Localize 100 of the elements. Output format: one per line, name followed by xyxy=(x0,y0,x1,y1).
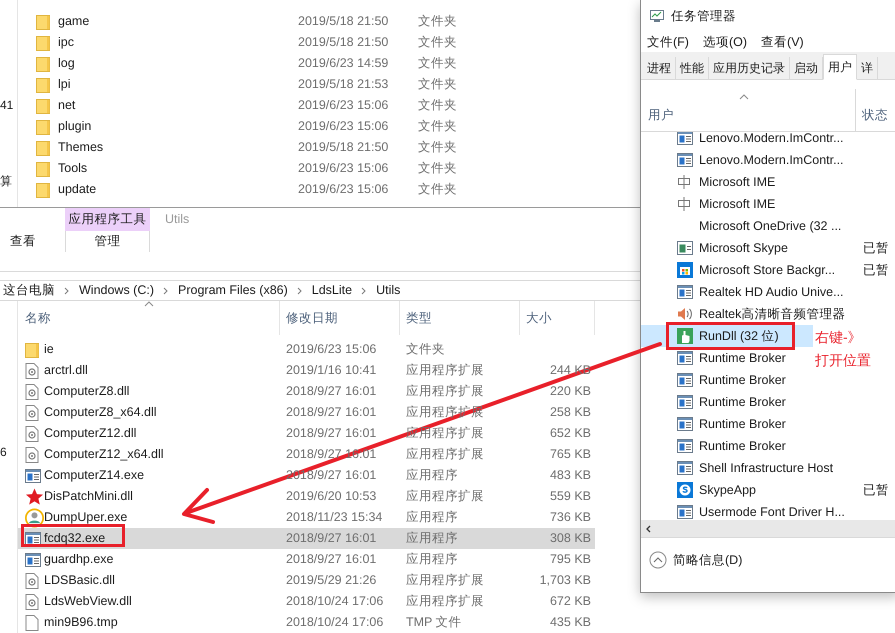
column-header[interactable]: 修改日期 xyxy=(280,301,400,335)
process-name[interactable]: Microsoft Store Backgr... xyxy=(699,260,836,280)
column-header[interactable]: 大小 xyxy=(520,301,595,335)
file-name[interactable]: ComputerZ8.dll xyxy=(44,382,280,401)
process-row[interactable]: Runtime Broker xyxy=(641,391,813,413)
process-name[interactable]: Runtime Broker xyxy=(699,348,786,368)
process-name[interactable]: Realtek HD Audio Unive... xyxy=(699,282,844,302)
file-name[interactable]: arctrl.dll xyxy=(44,361,280,380)
process-name[interactable]: Runtime Broker xyxy=(699,414,786,434)
ribbon-tab[interactable]: 查看 xyxy=(0,230,65,252)
process-name[interactable]: SkypeApp xyxy=(699,480,756,500)
file-size: 258 KB xyxy=(548,404,592,422)
file-name[interactable]: ipc xyxy=(58,33,298,52)
modified-date: 2019/5/18 21:50 xyxy=(298,13,390,30)
file-type: 文件夹 xyxy=(418,139,457,156)
file-name[interactable]: ComputerZ12_x64.dll xyxy=(44,445,280,464)
column-header[interactable]: 用户 xyxy=(641,89,856,131)
process-name[interactable]: Microsoft OneDrive (32 ... xyxy=(699,216,842,236)
column-header[interactable]: 类型 xyxy=(400,301,520,335)
process-name[interactable]: Runtime Broker xyxy=(699,370,786,390)
ribbon-tab[interactable]: 管理 xyxy=(65,230,150,252)
breadcrumb-item[interactable]: Utils xyxy=(373,281,404,300)
file-name[interactable]: DumpUper.exe xyxy=(44,508,280,527)
menu-item[interactable]: 查看(V) xyxy=(761,32,804,52)
process-row[interactable]: Runtime Broker xyxy=(641,435,813,457)
file-name[interactable]: ComputerZ8_x64.dll xyxy=(44,403,280,422)
file-name[interactable]: lpi xyxy=(58,75,298,94)
process-name[interactable]: Lenovo.Modern.ImContr... xyxy=(699,128,844,148)
process-name[interactable]: Microsoft IME xyxy=(699,194,776,214)
process-row[interactable]: SkypeApp 已暂 xyxy=(641,479,895,501)
process-row[interactable]: Realtek高清晰音频管理器 xyxy=(641,303,850,325)
breadcrumb-item[interactable]: LdsLite xyxy=(308,281,356,300)
file-name[interactable]: plugin xyxy=(58,117,298,136)
window-title: Utils xyxy=(165,211,190,228)
file-name[interactable]: ComputerZ12.dll xyxy=(44,424,280,443)
process-row[interactable]: RunDll (32 位) xyxy=(641,325,813,347)
tab[interactable]: 应用历史记录 xyxy=(709,57,790,79)
file-name[interactable]: Themes xyxy=(58,138,298,157)
menu-item[interactable]: 文件(F) xyxy=(647,32,689,52)
file-row[interactable]: DisPatchMini.dll 2019/6/20 10:53 应用程序扩展 559 KB xyxy=(18,486,595,507)
file-name[interactable]: Tools xyxy=(58,159,298,178)
modified-date: 2019/6/23 15:06 xyxy=(285,341,378,358)
tab[interactable]: 用户 xyxy=(823,54,857,80)
process-name[interactable]: Microsoft Skype xyxy=(699,238,788,258)
fewer-details-button[interactable]: 简略信息(D) xyxy=(673,550,742,570)
file-row[interactable]: LDSBasic.dll 2019/5/29 21:26 应用程序扩展 1,703 KB xyxy=(18,570,595,591)
file-name[interactable]: guardhp.exe xyxy=(44,550,280,569)
breadcrumb-item[interactable]: 这台电脑 xyxy=(0,281,58,300)
file-row[interactable]: guardhp.exe 2018/9/27 16:01 应用程序 795 KB xyxy=(18,549,595,570)
file-name[interactable]: log xyxy=(58,54,298,73)
file-row[interactable]: LdsWebView.dll 2018/10/24 17:06 应用程序扩展 672 KB xyxy=(18,591,595,612)
file-name[interactable]: LDSBasic.dll xyxy=(44,571,280,590)
process-name[interactable]: Shell Infrastructure Host xyxy=(699,458,834,478)
process-row[interactable]: Usermode Font Driver H... xyxy=(641,501,849,520)
process-name[interactable]: Microsoft IME xyxy=(699,172,776,192)
process-row[interactable]: Runtime Broker xyxy=(641,347,813,369)
process-name[interactable]: Runtime Broker xyxy=(699,392,786,412)
process-row[interactable]: Realtek HD Audio Unive... xyxy=(641,281,848,303)
column-header[interactable]: 状态 xyxy=(856,106,888,131)
process-row[interactable]: Runtime Broker xyxy=(641,413,813,435)
process-row[interactable]: Microsoft IME xyxy=(641,193,813,215)
tab[interactable]: 详 xyxy=(857,57,878,79)
file-name[interactable]: game xyxy=(58,12,298,31)
file-row[interactable]: ComputerZ8.dll 2018/9/27 16:01 应用程序扩展 220 KB xyxy=(18,381,595,402)
file-name[interactable]: LdsWebView.dll xyxy=(44,592,280,611)
file-name[interactable]: net xyxy=(58,96,298,115)
process-status: 已暂 xyxy=(863,482,890,499)
process-name[interactable]: Realtek高清晰音频管理器 xyxy=(699,304,846,324)
tab[interactable]: 性能 xyxy=(676,57,709,79)
chevron-right-icon xyxy=(163,286,170,295)
process-name[interactable]: Runtime Broker xyxy=(699,436,786,456)
file-row[interactable]: DumpUper.exe 2018/11/23 15:34 应用程序 736 KB xyxy=(18,507,595,528)
file-name[interactable]: update xyxy=(58,180,298,199)
file-name[interactable]: ComputerZ14.exe xyxy=(44,466,280,485)
process-status: 已暂 xyxy=(863,262,890,279)
process-row[interactable]: Microsoft OneDrive (32 ... xyxy=(641,215,846,237)
process-row[interactable]: Microsoft IME xyxy=(641,171,813,193)
process-row[interactable]: Microsoft Store Backgr... 已暂 xyxy=(641,259,895,281)
process-name[interactable]: Usermode Font Driver H... xyxy=(699,502,845,520)
tab[interactable]: 进程 xyxy=(643,57,676,79)
address-bar[interactable]: 这台电脑 Windows (C:) Program Files (x86) LdsLite Utils xyxy=(0,280,640,301)
menu-item[interactable]: 选项(O) xyxy=(702,32,748,52)
process-row[interactable]: Shell Infrastructure Host xyxy=(641,457,838,479)
file-name[interactable]: fcdq32.exe xyxy=(44,529,280,548)
process-row[interactable]: Microsoft Skype 已暂 xyxy=(641,237,895,259)
breadcrumb-item[interactable]: Program Files (x86) xyxy=(175,281,291,300)
file-name[interactable]: DisPatchMini.dll xyxy=(44,487,280,506)
context-tab[interactable]: 应用程序工具 xyxy=(65,208,150,231)
file-row[interactable]: fcdq32.exe 2018/9/27 16:01 应用程序 308 KB xyxy=(18,528,595,549)
file-row[interactable]: ie 2019/6/23 15:06 文件夹 xyxy=(18,339,595,360)
file-name[interactable]: min9B96.tmp xyxy=(44,613,280,632)
file-name[interactable]: ie xyxy=(44,340,280,359)
file-row[interactable]: min9B96.tmp 2018/10/24 17:06 TMP 文件 435 KB xyxy=(18,612,595,633)
file-type: 应用程序扩展 xyxy=(405,446,485,464)
process-row[interactable]: Runtime Broker xyxy=(641,369,813,391)
column-header[interactable]: 名称 xyxy=(18,301,280,335)
breadcrumb-item[interactable]: Windows (C:) xyxy=(76,281,158,300)
process-name[interactable]: RunDll (32 位) xyxy=(699,326,779,346)
process-row[interactable]: Lenovo.Modern.ImContr... xyxy=(641,149,848,171)
process-name[interactable]: Lenovo.Modern.ImContr... xyxy=(699,150,844,170)
